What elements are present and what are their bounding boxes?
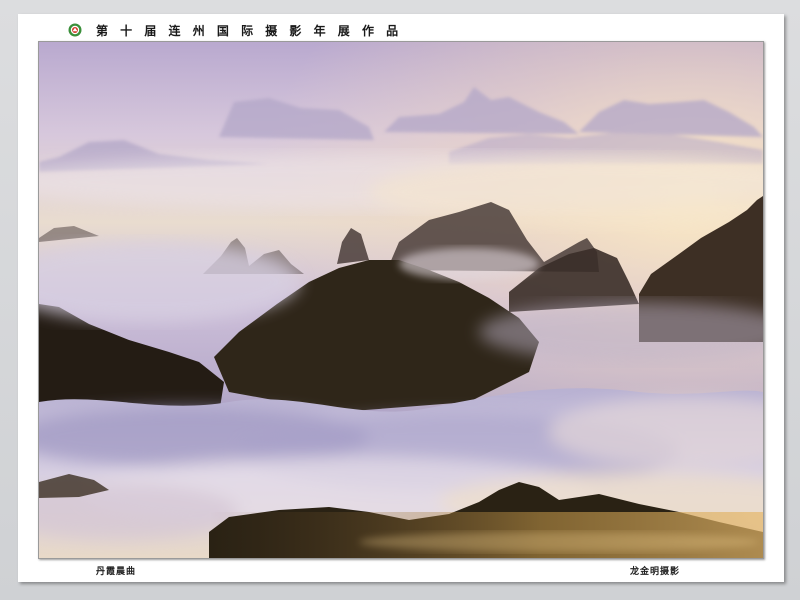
photographer-caption: 龙金明摄影 <box>630 567 681 577</box>
photo-frame <box>38 41 764 559</box>
exhibition-header: 第 十 届 连 州 国 际 摄 影 年 展 作 品 <box>68 20 402 40</box>
print-paper: 第 十 届 连 州 国 际 摄 影 年 展 作 品 丹霞晨曲 龙金明摄影 <box>18 14 784 582</box>
landscape-photo <box>39 42 763 558</box>
outer-frame: 第 十 届 连 州 国 际 摄 影 年 展 作 品 丹霞晨曲 龙金明摄影 <box>0 0 800 600</box>
exhibition-title: 第 十 届 连 州 国 际 摄 影 年 展 作 品 <box>96 23 403 38</box>
work-title-caption: 丹霞晨曲 <box>96 567 137 577</box>
exhibition-logo-icon <box>68 23 82 37</box>
